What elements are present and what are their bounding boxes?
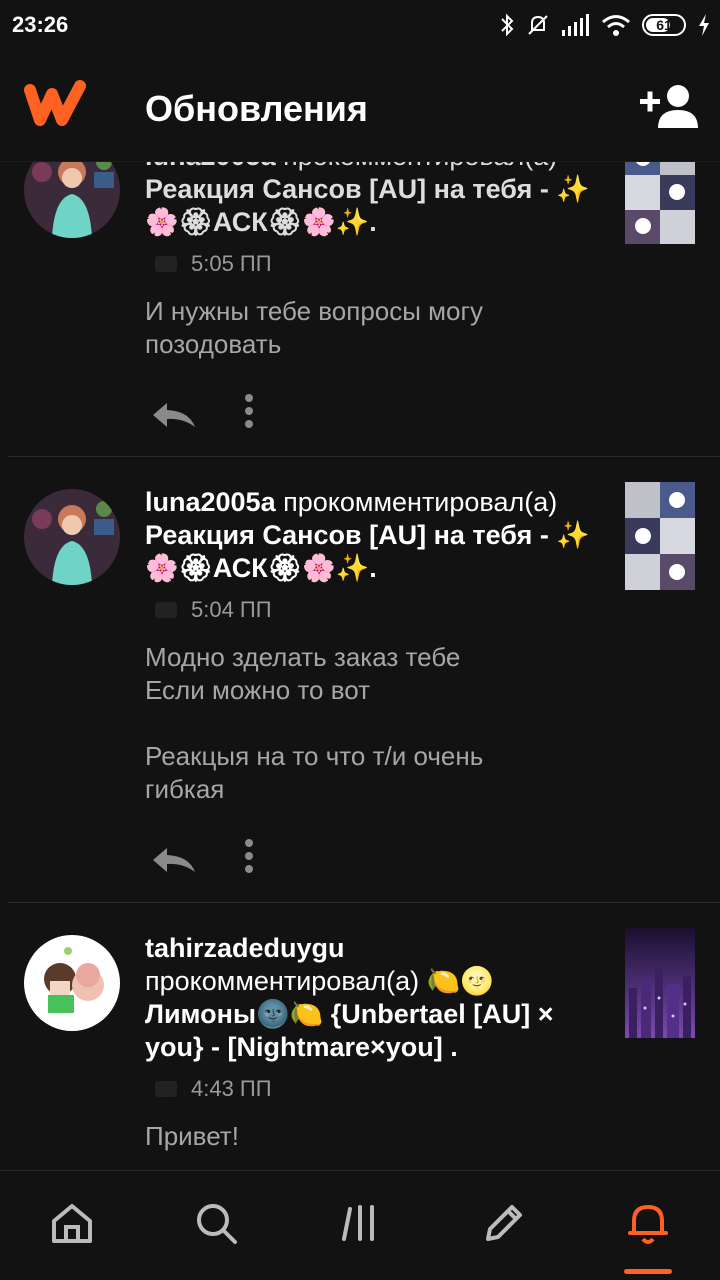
- notification-headline[interactable]: luna2005a прокомментировал(а) Реакция Са…: [145, 486, 595, 585]
- wattpad-logo-icon[interactable]: [24, 80, 90, 130]
- divider: [8, 456, 720, 457]
- notifications-muted-icon: [528, 15, 548, 35]
- story-cover[interactable]: [625, 482, 695, 590]
- page-title: Обновления: [145, 88, 368, 129]
- action-verb: прокомментировал(а): [283, 487, 558, 517]
- user-name[interactable]: luna2005a: [145, 487, 276, 517]
- story-title[interactable]: Реакция Сансов [AU] на тебя - ✨🌸🏵АСК🏵🌸✨.: [145, 174, 590, 237]
- avatar[interactable]: [24, 935, 120, 1031]
- library-icon[interactable]: [336, 1199, 384, 1247]
- write-icon[interactable]: [480, 1199, 528, 1247]
- notification-feed[interactable]: luna2005a прокомментировал(а) Реакция Са…: [0, 0, 720, 1170]
- more-options-icon[interactable]: [243, 393, 255, 429]
- comment-meta: 5:05 ПП: [155, 251, 595, 277]
- avatar[interactable]: [24, 489, 120, 585]
- comment-meta: 5:04 ПП: [155, 597, 595, 623]
- clock: 23:26: [12, 12, 69, 37]
- story-title[interactable]: Реакция Сансов [AU] на тебя - ✨🌸🏵АСК🏵🌸✨.: [145, 520, 590, 583]
- bluetooth-icon: [501, 13, 514, 37]
- comment-icon: [155, 256, 177, 272]
- action-row: [145, 832, 595, 892]
- wifi-icon: [602, 15, 630, 36]
- user-name[interactable]: tahirzadeduygu: [145, 933, 345, 963]
- app-header: Обновления: [0, 52, 720, 162]
- notifications-icon[interactable]: [624, 1199, 672, 1247]
- active-tab-indicator: [624, 1269, 672, 1274]
- reply-icon[interactable]: [151, 401, 197, 431]
- status-icons: 61: [500, 12, 710, 38]
- reply-icon[interactable]: [151, 846, 197, 876]
- battery-icon: 61: [642, 14, 686, 36]
- story-cover[interactable]: [625, 928, 695, 1038]
- more-options-icon[interactable]: [243, 838, 255, 874]
- comment-icon: [155, 602, 177, 618]
- comment-text: Модно зделать заказ тебе Если можно то в…: [145, 642, 484, 804]
- action-row: [145, 387, 595, 447]
- charging-icon: [699, 14, 709, 36]
- signal-icon: [562, 14, 589, 36]
- divider: [8, 902, 720, 903]
- notification-headline[interactable]: tahirzadeduygu прокомментировал(а) 🍋🌝 Ли…: [145, 932, 595, 1064]
- timestamp: 5:05 ПП: [191, 251, 272, 276]
- home-icon[interactable]: [48, 1199, 96, 1247]
- status-bar: 23:26 61: [0, 0, 720, 52]
- battery-level: 61: [656, 17, 672, 33]
- search-icon[interactable]: [192, 1199, 240, 1247]
- comment-text: И нужны тебе вопросы могу позодовать: [145, 296, 483, 359]
- timestamp: 5:04 ПП: [191, 597, 272, 622]
- comment-meta: 4:43 ПП: [155, 1076, 595, 1102]
- action-verb: прокомментировал(а): [145, 966, 420, 996]
- comment-icon: [155, 1081, 177, 1097]
- comment-text: Привет!: [145, 1121, 239, 1151]
- add-user-icon[interactable]: [640, 82, 698, 130]
- bottom-nav: [0, 1170, 720, 1280]
- timestamp: 4:43 ПП: [191, 1076, 272, 1101]
